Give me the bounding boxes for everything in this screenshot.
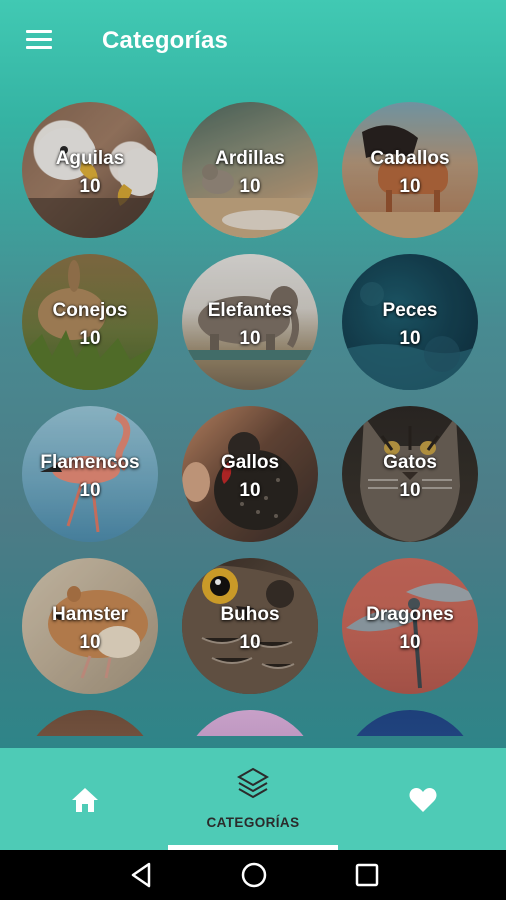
back-icon[interactable] [127,860,157,890]
category-dragones[interactable]: Dragones 10 [342,558,478,694]
category-partial-1[interactable] [22,710,158,736]
category-ardillas[interactable]: Ardillas 10 [182,102,318,238]
category-buhos[interactable]: Buhos 10 [182,558,318,694]
layers-icon [236,767,270,799]
category-name: Peces [382,300,438,321]
category-name: Conejos [52,300,128,321]
nav-categories[interactable]: CATEGORÍAS [168,748,338,850]
bottom-navigation: CATEGORÍAS [0,748,506,850]
category-name: Hamster [51,604,129,625]
nav-categories-label: CATEGORÍAS [206,815,300,830]
nav-favorites[interactable] [378,748,468,850]
category-flamencos[interactable]: Flamencos 10 [22,406,158,542]
category-count: 10 [239,632,261,653]
category-count: 10 [79,328,101,349]
recents-icon[interactable] [352,860,382,890]
category-hamster[interactable]: Hamster 10 [22,558,158,694]
category-count: 10 [239,328,261,349]
category-gatos[interactable]: Gatos 10 [342,406,478,542]
category-elefantes[interactable]: Elefantes 10 [182,254,318,390]
category-name: Gatos [383,452,437,473]
system-navigation-bar [0,850,506,900]
menu-icon[interactable] [22,26,58,56]
category-peces[interactable]: Peces 10 [342,254,478,390]
category-conejos[interactable]: Conejos 10 [22,254,158,390]
category-name: Dragones [366,604,454,625]
category-count: 10 [79,176,101,197]
category-name: Caballos [370,148,450,169]
category-name: Buhos [220,604,280,625]
category-count: 10 [399,632,421,653]
category-name: Gallos [220,452,280,473]
category-name: Ardillas [215,148,285,169]
category-count: 10 [399,328,421,349]
app-bar: Categorías [0,0,506,84]
category-count: 10 [239,480,261,501]
home-circle-icon[interactable] [239,860,269,890]
screen: Categorías Aguilas 10 Ardillas 10 Caball… [0,0,506,850]
heart-icon [409,788,437,812]
category-caballos[interactable]: Caballos 10 [342,102,478,238]
category-gallos[interactable]: Gallos 10 [182,406,318,542]
category-grid: Aguilas 10 Ardillas 10 Caballos 10 Conej… [0,100,506,736]
category-count: 10 [399,480,421,501]
category-aguilas[interactable]: Aguilas 10 [22,102,158,238]
page-title: Categorías [102,27,229,54]
home-icon [72,788,98,812]
category-name: Flamencos [40,452,140,473]
category-count: 10 [399,176,421,197]
category-name: Aguilas [55,148,125,169]
category-count: 10 [79,632,101,653]
category-count: 10 [239,176,261,197]
category-count: 10 [79,480,101,501]
category-partial-3[interactable] [342,710,478,736]
category-partial-2[interactable] [182,710,318,736]
nav-home[interactable] [40,748,130,850]
category-name: Elefantes [207,300,293,321]
